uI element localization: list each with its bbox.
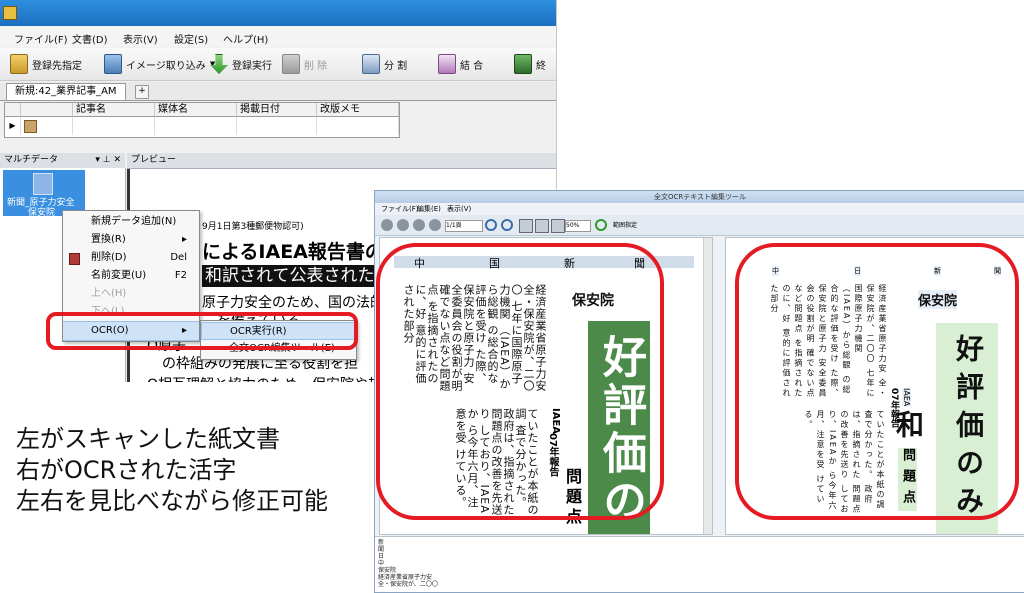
split-button[interactable]: 分 割 [362, 54, 407, 74]
fit-page-icon[interactable] [535, 219, 549, 233]
ocr-text-pane[interactable]: 新 聞 日 中 保安院 経済産業省原子力安 全・保安院が、二〇〇 [375, 536, 1024, 592]
ocr-menu-file[interactable]: ファイル(F) [381, 203, 419, 215]
refresh-icon[interactable] [595, 219, 607, 231]
menu-item-up[interactable]: 上へ(H) [63, 285, 199, 303]
document-icon [24, 120, 37, 133]
tab-document[interactable]: 新規:42_業界記事_AM [6, 83, 126, 100]
ocr-menu-view[interactable]: 表示(V) [447, 203, 471, 215]
menu-item-replace[interactable]: 置換(R) ▸ [63, 231, 199, 249]
multi-data-panel-header: マルチデータ ▾ ⊥ ✕ [0, 153, 125, 169]
column-header-date[interactable]: 掲載日付 [237, 103, 317, 117]
image-icon [104, 54, 122, 74]
document-tab-row: 新規:42_業界記事_AM + [0, 82, 556, 101]
menu-item-delete[interactable]: 削除(D) Del [63, 249, 199, 267]
ocr-window-title: 全文OCRテキスト編集ツール [375, 191, 1024, 203]
last-page-icon[interactable] [429, 219, 441, 231]
register-run-button[interactable]: 登録実行 [210, 54, 272, 74]
zoom-select[interactable]: 50% [565, 220, 591, 232]
menu-item-add[interactable]: 新規データ追加(N) [63, 213, 199, 231]
menu-settings[interactable]: 設定(S) [174, 31, 208, 46]
cell-media[interactable] [155, 117, 237, 135]
row-pointer-icon: ▶ [5, 117, 21, 135]
end-button[interactable]: 終 [514, 54, 546, 74]
delete-icon [69, 253, 80, 265]
actual-size-icon[interactable] [551, 219, 565, 233]
trash-icon [282, 54, 300, 74]
column-header-article[interactable]: 記事名 [73, 103, 155, 117]
zoom-out-icon[interactable] [501, 219, 513, 231]
first-page-icon[interactable] [381, 219, 393, 231]
fit-width-icon[interactable] [519, 219, 533, 233]
image-import-button[interactable]: イメージ取り込み ▼ [104, 54, 215, 74]
ocr-menu-edit[interactable]: 編集(E) [417, 203, 441, 215]
split-icon [362, 54, 380, 74]
preview-panel-header: プレビュー [127, 153, 556, 169]
ocr-menu-highlight [46, 312, 358, 350]
menu-file[interactable]: ファイル(F) [14, 31, 68, 46]
app-icon [3, 6, 17, 20]
merge-icon [438, 54, 456, 74]
grid-corner [5, 103, 21, 117]
range-select-label[interactable]: 範囲指定 [613, 220, 637, 229]
menu-view[interactable]: 表示(V) [123, 31, 158, 46]
ocr-menu-bar: ファイル(F) 編集(E) 表示(V) [375, 203, 1024, 215]
menu-help[interactable]: ヘルプ(H) [223, 31, 268, 46]
menu-item-rename[interactable]: 名前変更(U) F2 [63, 267, 199, 285]
ocr-toolbar: 1/1頁 50% 範囲指定 [375, 215, 1024, 236]
scanned-pane-highlight [376, 243, 664, 520]
title-bar [0, 0, 556, 26]
register-target-button[interactable]: 登録先指定 [10, 54, 82, 74]
row-icon-cell[interactable] [21, 117, 73, 135]
menu-document[interactable]: 文書(D) [72, 31, 108, 46]
zoom-in-icon[interactable] [485, 219, 497, 231]
ocr-pane-highlight [735, 243, 1019, 520]
panel-pin-close-icon[interactable]: ▾ ⊥ ✕ [95, 153, 121, 168]
exit-icon [514, 54, 532, 74]
merge-button[interactable]: 結 合 [438, 54, 483, 74]
column-header-media[interactable]: 媒体名 [155, 103, 237, 117]
toolbar: 登録先指定 イメージ取り込み ▼ 登録実行 削 除 分 割 結 合 終 [0, 48, 556, 81]
grid-corner-2 [21, 103, 73, 117]
menu-bar: ファイル(F) 文書(D) 表示(V) 設定(S) ヘルプ(H) [0, 27, 556, 47]
column-header-revision[interactable]: 改版メモ [317, 103, 399, 117]
scanner-icon [33, 173, 53, 195]
folder-icon [10, 54, 28, 74]
add-tab-button[interactable]: + [135, 85, 149, 99]
caption: 左がスキャンした紙文書 右がOCRされた活字 左右を見比べながら修正可能 [16, 425, 328, 515]
article-grid: 記事名 媒体名 掲載日付 改版メモ ▶ [4, 102, 400, 138]
cell-revision[interactable] [317, 117, 399, 135]
cell-date[interactable] [237, 117, 317, 135]
cell-article[interactable] [73, 117, 155, 135]
delete-button[interactable]: 削 除 [282, 54, 327, 74]
down-arrow-icon [210, 54, 228, 74]
left-pane-scrollbar[interactable] [703, 238, 712, 534]
next-page-icon[interactable] [413, 219, 425, 231]
prev-page-icon[interactable] [397, 219, 409, 231]
page-selector[interactable]: 1/1頁 [445, 220, 483, 232]
